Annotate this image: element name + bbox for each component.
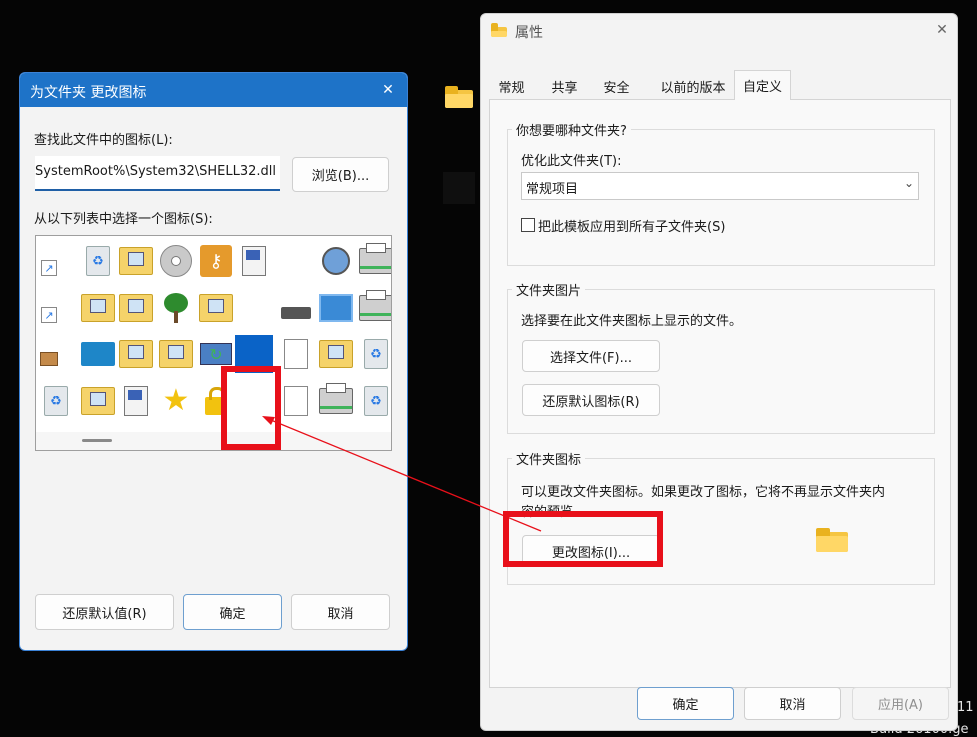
tree-icon[interactable]	[156, 288, 196, 328]
folder-printer-icon[interactable]	[116, 288, 156, 328]
empty-icon-slot[interactable]	[276, 241, 316, 281]
folder-picture-desc: 选择要在此文件夹图标上显示的文件。	[521, 314, 743, 329]
optimize-label: 优化此文件夹(T):	[521, 154, 622, 169]
green-printer-icon[interactable]	[316, 381, 356, 421]
package-icon[interactable]	[36, 334, 76, 374]
optimize-select[interactable]: 常规项目 ⌄	[521, 172, 919, 200]
highlight-box-change-icon	[503, 511, 663, 567]
close-icon[interactable]: ✕	[377, 79, 399, 101]
blank-screen-icon[interactable]	[78, 334, 118, 374]
cancel-button[interactable]: 取消	[744, 687, 841, 720]
recycle-bin-empty-icon[interactable]: ♻	[36, 381, 76, 421]
folder-type-title: 你想要哪种文件夹?	[512, 120, 631, 139]
tab-customize[interactable]: 自定义	[734, 70, 791, 100]
title-bar: 为文件夹 更改图标 ✕	[20, 73, 407, 107]
shortcut-arrow-icon[interactable]: ↗	[36, 288, 76, 328]
network-printer-icon[interactable]	[356, 288, 391, 328]
recycle-bin-icon[interactable]: ♻	[356, 381, 391, 421]
apply-subfolders-checkbox[interactable]	[521, 218, 535, 232]
properties-dialog: 属性 ✕ 常规 共享 安全 以前的版本 自定义 你想要哪种文件夹? 优化此文件夹…	[480, 13, 958, 731]
star-icon[interactable]: ★	[156, 381, 196, 421]
tab-general[interactable]: 常规	[490, 72, 533, 100]
restore-default-icon-button[interactable]: 还原默认图标(R)	[522, 384, 660, 416]
desktop-folder-icon[interactable]	[445, 86, 473, 108]
recycle-bin-icon[interactable]: ♻	[356, 334, 391, 374]
key-icon[interactable]: ⚷	[196, 241, 236, 281]
cancel-button[interactable]: 取消	[291, 594, 390, 630]
close-icon[interactable]: ✕	[932, 20, 952, 40]
folder-tools-icon[interactable]	[78, 381, 118, 421]
folder-computer-icon[interactable]	[156, 334, 196, 374]
folder-grid-icon[interactable]	[116, 241, 156, 281]
cd-disc-icon[interactable]	[156, 241, 196, 281]
document-icon[interactable]	[276, 334, 316, 374]
folder-icon-desc-1: 可以更改文件夹图标。如果更改了图标，它将不再显示文件夹内	[521, 485, 886, 500]
find-label: 查找此文件中的图标(L):	[34, 133, 173, 148]
search-globe-icon[interactable]	[316, 241, 356, 281]
watermark-line1: 11	[957, 700, 974, 715]
highlight-box-icon	[221, 366, 281, 450]
search-document-icon[interactable]	[276, 381, 316, 421]
recycle-bin-full-icon[interactable]: ♻	[78, 241, 118, 281]
dialog-title: 为文件夹 更改图标	[30, 85, 147, 101]
apply-button[interactable]: 应用(A)	[852, 687, 949, 720]
folder-icon	[491, 23, 507, 37]
empty-icon-slot[interactable]	[234, 288, 274, 328]
shortcut-arrow-icon[interactable]: ↗	[36, 241, 76, 281]
browse-button[interactable]: 浏览(B)...	[292, 157, 389, 192]
ok-button[interactable]: 确定	[183, 594, 282, 630]
tab-previous-versions[interactable]: 以前的版本	[653, 72, 733, 100]
apply-subfolders-label: 把此模板应用到所有子文件夹(S)	[538, 220, 726, 235]
path-input[interactable]: %SystemRoot%\System32\SHELL32.dll	[35, 156, 280, 191]
restore-default-button[interactable]: 还原默认值(R)	[35, 594, 174, 630]
printer-folder-icon[interactable]	[316, 334, 356, 374]
drive-help-icon[interactable]	[276, 288, 316, 328]
tab-panel: 你想要哪种文件夹? 优化此文件夹(T): 常规项目 ⌄ 把此模板应用到所有子文件…	[489, 99, 951, 688]
control-panel-icon[interactable]	[316, 288, 356, 328]
icon-list[interactable]: ↗ ♻ ⚷ ↗ ↻ ♻ ♻ ★ ♻	[35, 235, 392, 451]
dialog-title: 属性	[515, 25, 543, 41]
folder-picture-title: 文件夹图片	[512, 280, 586, 299]
select-label: 从以下列表中选择一个图标(S):	[34, 212, 213, 227]
tab-security[interactable]: 安全	[595, 72, 638, 100]
change-icon-dialog: 为文件夹 更改图标 ✕ 查找此文件中的图标(L): %SystemRoot%\S…	[19, 72, 408, 651]
ok-button[interactable]: 确定	[637, 687, 734, 720]
choose-file-button[interactable]: 选择文件(F)...	[522, 340, 660, 372]
network-computer-icon[interactable]	[234, 241, 274, 281]
font-folder-icon[interactable]	[116, 334, 156, 374]
folder-preview-icon	[816, 528, 848, 552]
tab-sharing[interactable]: 共享	[543, 72, 586, 100]
folder-icon-title: 文件夹图标	[512, 449, 586, 468]
folder-docs-icon[interactable]	[78, 288, 118, 328]
horizontal-scrollbar[interactable]	[36, 432, 391, 450]
server-icon[interactable]	[116, 381, 156, 421]
folder-up-icon[interactable]	[196, 288, 236, 328]
printer-icon[interactable]	[356, 241, 391, 281]
chevron-down-icon: ⌄	[903, 176, 914, 190]
desktop-dark-square	[443, 172, 475, 204]
